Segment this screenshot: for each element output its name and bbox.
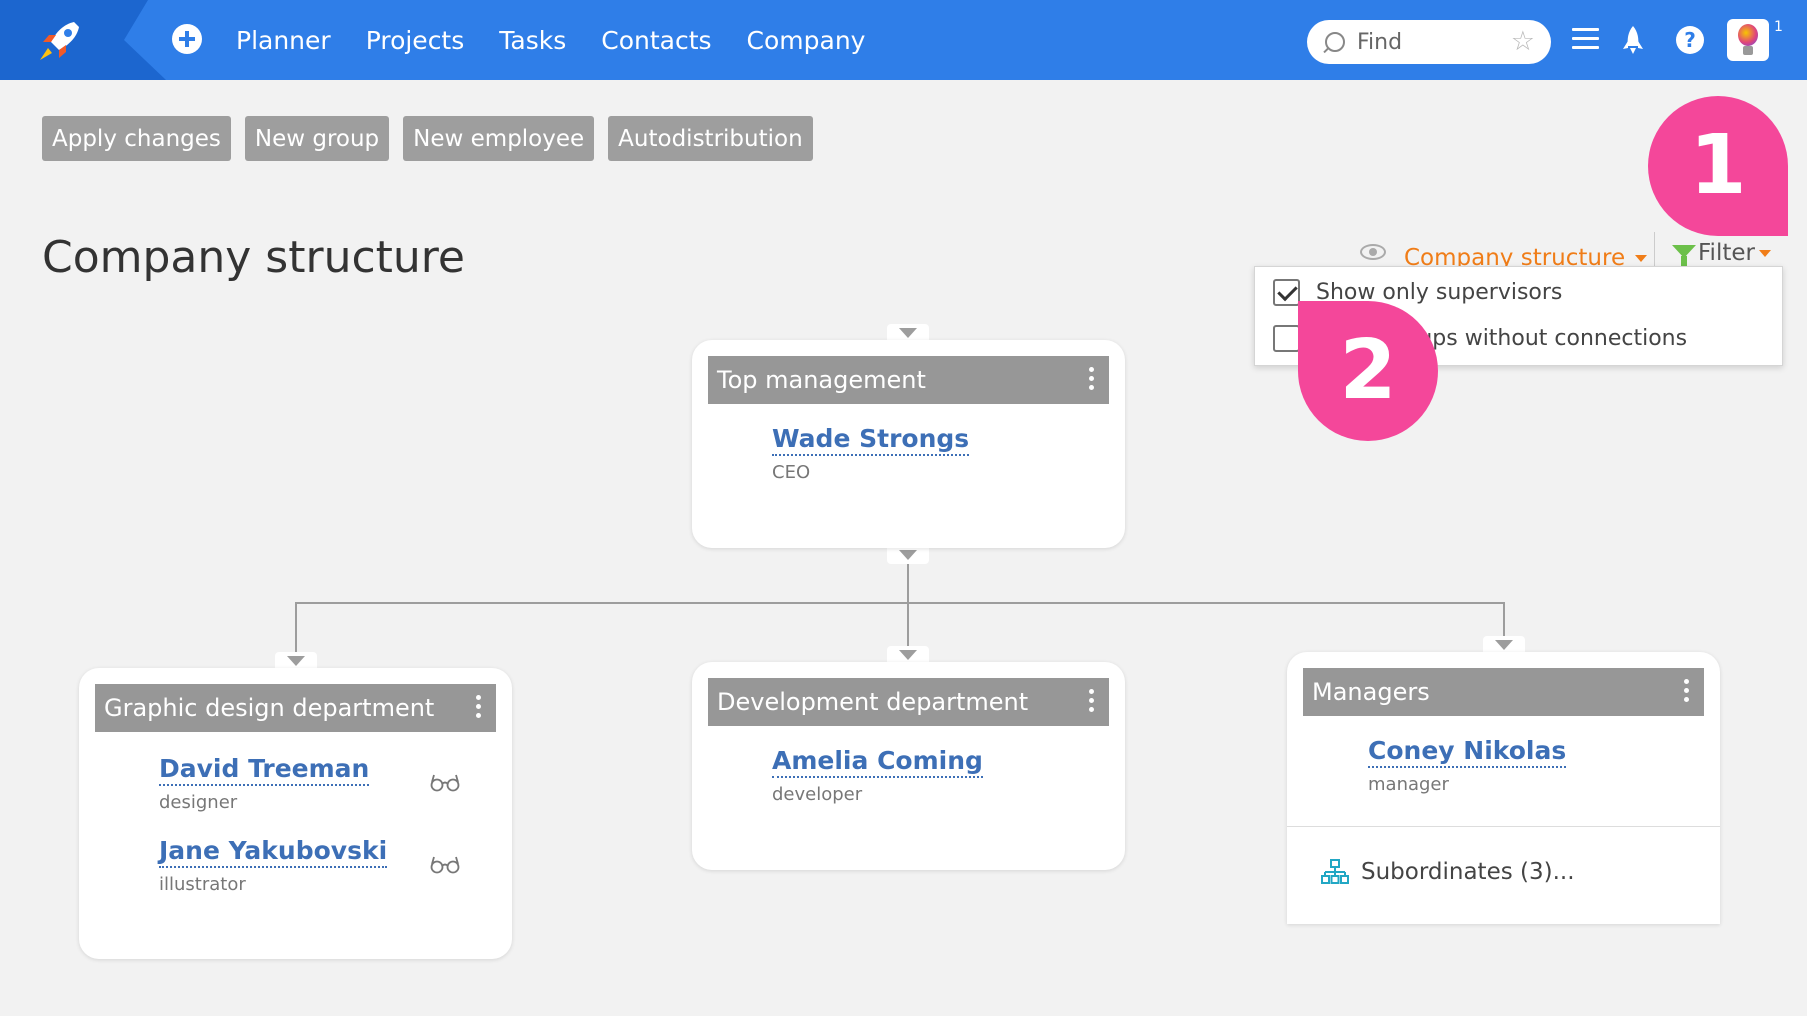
group-title: Managers [1312,678,1430,706]
connector-line [295,602,1505,604]
nav-tasks[interactable]: Tasks [499,26,566,55]
notification-count: 1 [1774,19,1783,35]
glasses-icon[interactable] [430,854,460,874]
divider [1654,232,1655,268]
more-options-icon[interactable] [1684,679,1690,706]
step-badge-2: 2 [1298,301,1438,441]
collapse-arrow-icon[interactable] [275,652,317,668]
more-options-icon[interactable] [476,695,482,722]
top-navigation-bar: Planner Projects Tasks Contacts Company … [0,0,1807,80]
search-box: ☆ [1307,20,1551,64]
subordinates-label: Subordinates (3)... [1361,859,1575,885]
expand-arrow-icon[interactable] [887,548,929,564]
collapse-arrow-icon[interactable] [887,646,929,662]
employee-role: manager [1368,774,1449,795]
chevron-down-icon [1635,255,1648,262]
eye-icon [1360,244,1386,260]
group-card-graphic-design: Graphic design department David Treeman … [79,668,512,959]
connector-line [1503,602,1505,640]
groups-checkbox[interactable] [1273,325,1300,352]
group-card-development: Development department Amelia Coming dev… [692,662,1125,870]
employee-entry: Jane Yakubovski illustrator [159,836,388,895]
employee-name[interactable]: Amelia Coming [772,746,983,778]
nav-projects[interactable]: Projects [366,26,465,55]
hierarchy-icon [1321,859,1349,884]
group-card-managers: Managers Coney Nikolas manager Subordina… [1287,652,1720,924]
rocket-icon[interactable] [1622,25,1644,55]
avatar[interactable] [1727,19,1769,61]
supervisors-checkbox[interactable] [1273,279,1300,306]
new-group-button[interactable]: New group [244,116,390,161]
funnel-icon [1672,245,1696,268]
employee-entry: Coney Nikolas manager [1368,736,1567,795]
help-icon[interactable]: ? [1676,26,1704,54]
more-options-icon[interactable] [1089,367,1095,394]
more-options-icon[interactable] [1089,689,1095,716]
employee-entry: David Treeman designer [159,754,370,813]
employee-entry: Wade Strongs CEO [772,424,970,483]
main-nav: Planner Projects Tasks Contacts Company [236,0,900,80]
employee-name[interactable]: Jane Yakubovski [159,836,388,868]
search-input[interactable] [1357,26,1497,58]
new-employee-button[interactable]: New employee [403,116,595,161]
group-header: Managers [1303,668,1704,716]
menu-icon[interactable] [1572,28,1599,50]
employee-name[interactable]: David Treeman [159,754,370,786]
employee-entry: Amelia Coming developer [772,746,983,805]
page-title: Company structure [42,232,465,283]
employee-role: designer [159,792,238,813]
collapse-arrow-icon[interactable] [1483,636,1525,652]
apply-changes-button[interactable]: Apply changes [42,116,231,161]
employee-role: developer [772,784,863,805]
collapse-arrow-icon[interactable] [887,324,929,340]
employee-name[interactable]: Wade Strongs [772,424,970,456]
search-icon [1325,32,1345,52]
group-title: Graphic design department [104,694,435,722]
group-card-top-management: Top management Wade Strongs CEO [692,340,1125,548]
action-toolbar: Apply changes New group New employee Aut… [42,116,827,161]
group-header: Graphic design department [95,684,496,732]
group-header: Top management [708,356,1109,404]
filter-button[interactable]: Filter [1672,240,1771,268]
employee-name[interactable]: Coney Nikolas [1368,736,1567,768]
step-badge-1: 1 [1648,96,1788,236]
nav-planner[interactable]: Planner [236,26,331,55]
divider [1287,826,1720,827]
employee-role: CEO [772,462,811,483]
connector-line [295,602,297,654]
logo-rocket-icon[interactable] [0,0,166,80]
group-header: Development department [708,678,1109,726]
glasses-icon[interactable] [430,772,460,792]
chevron-down-icon [1758,250,1771,257]
filter-label: Filter [1698,240,1755,266]
group-title: Top management [717,366,926,394]
add-icon[interactable] [172,24,202,54]
autodistribution-button[interactable]: Autodistribution [608,116,813,161]
star-icon[interactable]: ☆ [1511,27,1535,57]
nav-company[interactable]: Company [747,26,866,55]
employee-role: illustrator [159,874,246,895]
group-title: Development department [717,688,1029,716]
nav-contacts[interactable]: Contacts [601,26,711,55]
subordinates-link[interactable]: Subordinates (3)... [1321,859,1575,885]
